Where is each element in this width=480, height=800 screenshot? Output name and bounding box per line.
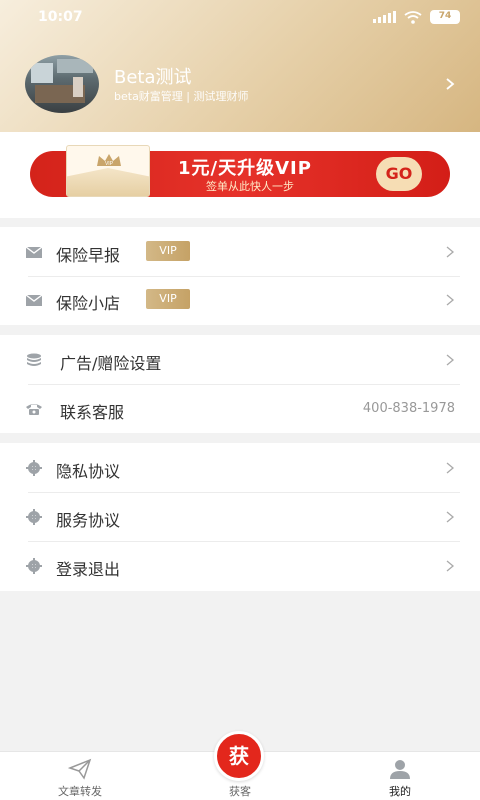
vip-badge: VIP <box>146 241 190 261</box>
menu-item-ad-settings[interactable]: 广告/赠险设置 <box>0 335 480 385</box>
chevron-right-icon <box>446 462 455 474</box>
menu-item-logout[interactable]: 登录退出 <box>0 541 480 591</box>
coins-icon <box>27 353 41 366</box>
person-icon <box>390 760 410 779</box>
menu-item-label: 保险早报 <box>56 246 121 265</box>
battery-icon: 74 <box>430 10 460 24</box>
menu-item-label: 登录退出 <box>56 560 121 579</box>
huo-logo-icon[interactable]: 获 <box>214 731 264 781</box>
wifi-icon <box>404 10 422 24</box>
chevron-right-icon[interactable] <box>444 78 456 90</box>
vip-banner[interactable]: VIP 1元/天升级VIP 签单从此快人一步 GO <box>30 145 450 197</box>
gear-icon <box>26 509 42 525</box>
menu-item-service-agreement[interactable]: 服务协议 <box>0 492 480 542</box>
profile-header: 10:07 74 Beta测试 beta财富管理 | 测试理财师 <box>0 0 480 132</box>
envelope-icon: VIP <box>66 145 150 197</box>
chevron-right-icon <box>446 511 455 523</box>
banner-title: 1元/天升级VIP <box>178 158 312 179</box>
tab-label: 文章转发 <box>58 785 102 798</box>
tab-mine[interactable]: 我的 <box>340 752 460 800</box>
gear-icon <box>26 558 42 574</box>
service-phone-number: 400-838-1978 <box>362 401 455 416</box>
status-time: 10:07 <box>38 9 83 25</box>
chevron-right-icon <box>446 246 455 258</box>
status-bar: 10:07 74 <box>0 0 480 34</box>
chevron-right-icon <box>446 354 455 366</box>
tab-label: 我的 <box>389 785 411 798</box>
menu-group-agreements: 隐私协议 服务协议 登录退出 <box>0 443 480 591</box>
chevron-right-icon <box>446 294 455 306</box>
signal-icon <box>373 11 396 23</box>
chevron-right-icon <box>446 560 455 572</box>
go-button[interactable]: GO <box>376 157 422 191</box>
menu-item-insurance-shop[interactable]: 保险小店 VIP <box>0 275 480 325</box>
menu-item-label: 隐私协议 <box>56 462 121 481</box>
mail-icon <box>25 294 43 306</box>
user-subtitle: beta财富管理 | 测试理财师 <box>114 90 249 103</box>
menu-item-label: 保险小店 <box>56 294 121 313</box>
banner-section: VIP 1元/天升级VIP 签单从此快人一步 GO <box>0 132 480 218</box>
status-icons: 74 <box>373 10 460 24</box>
menu-group-insurance: 保险早报 VIP 保险小店 VIP <box>0 227 480 325</box>
tab-label: 获客 <box>229 785 251 798</box>
crown-icon: VIP <box>97 154 121 167</box>
menu-group-settings: 广告/赠险设置 联系客服 400-838-1978 <box>0 335 480 433</box>
menu-item-label: 广告/赠险设置 <box>60 354 162 373</box>
gear-icon <box>26 460 42 476</box>
avatar[interactable] <box>25 55 99 113</box>
crown-vip-text: VIP <box>105 161 114 167</box>
menu-item-label: 服务协议 <box>56 511 121 530</box>
tab-article-share[interactable]: 文章转发 <box>20 752 140 800</box>
mail-icon <box>25 246 43 258</box>
banner-subtitle: 签单从此快人一步 <box>206 180 294 193</box>
menu-item-privacy[interactable]: 隐私协议 <box>0 443 480 493</box>
paper-plane-icon <box>68 758 92 780</box>
user-name: Beta测试 <box>114 67 192 88</box>
menu-item-insurance-morning-report[interactable]: 保险早报 VIP <box>0 227 480 277</box>
menu-item-customer-service[interactable]: 联系客服 400-838-1978 <box>0 384 480 434</box>
menu-item-label: 联系客服 <box>60 403 125 422</box>
vip-badge: VIP <box>146 289 190 309</box>
phone-icon <box>26 404 42 415</box>
